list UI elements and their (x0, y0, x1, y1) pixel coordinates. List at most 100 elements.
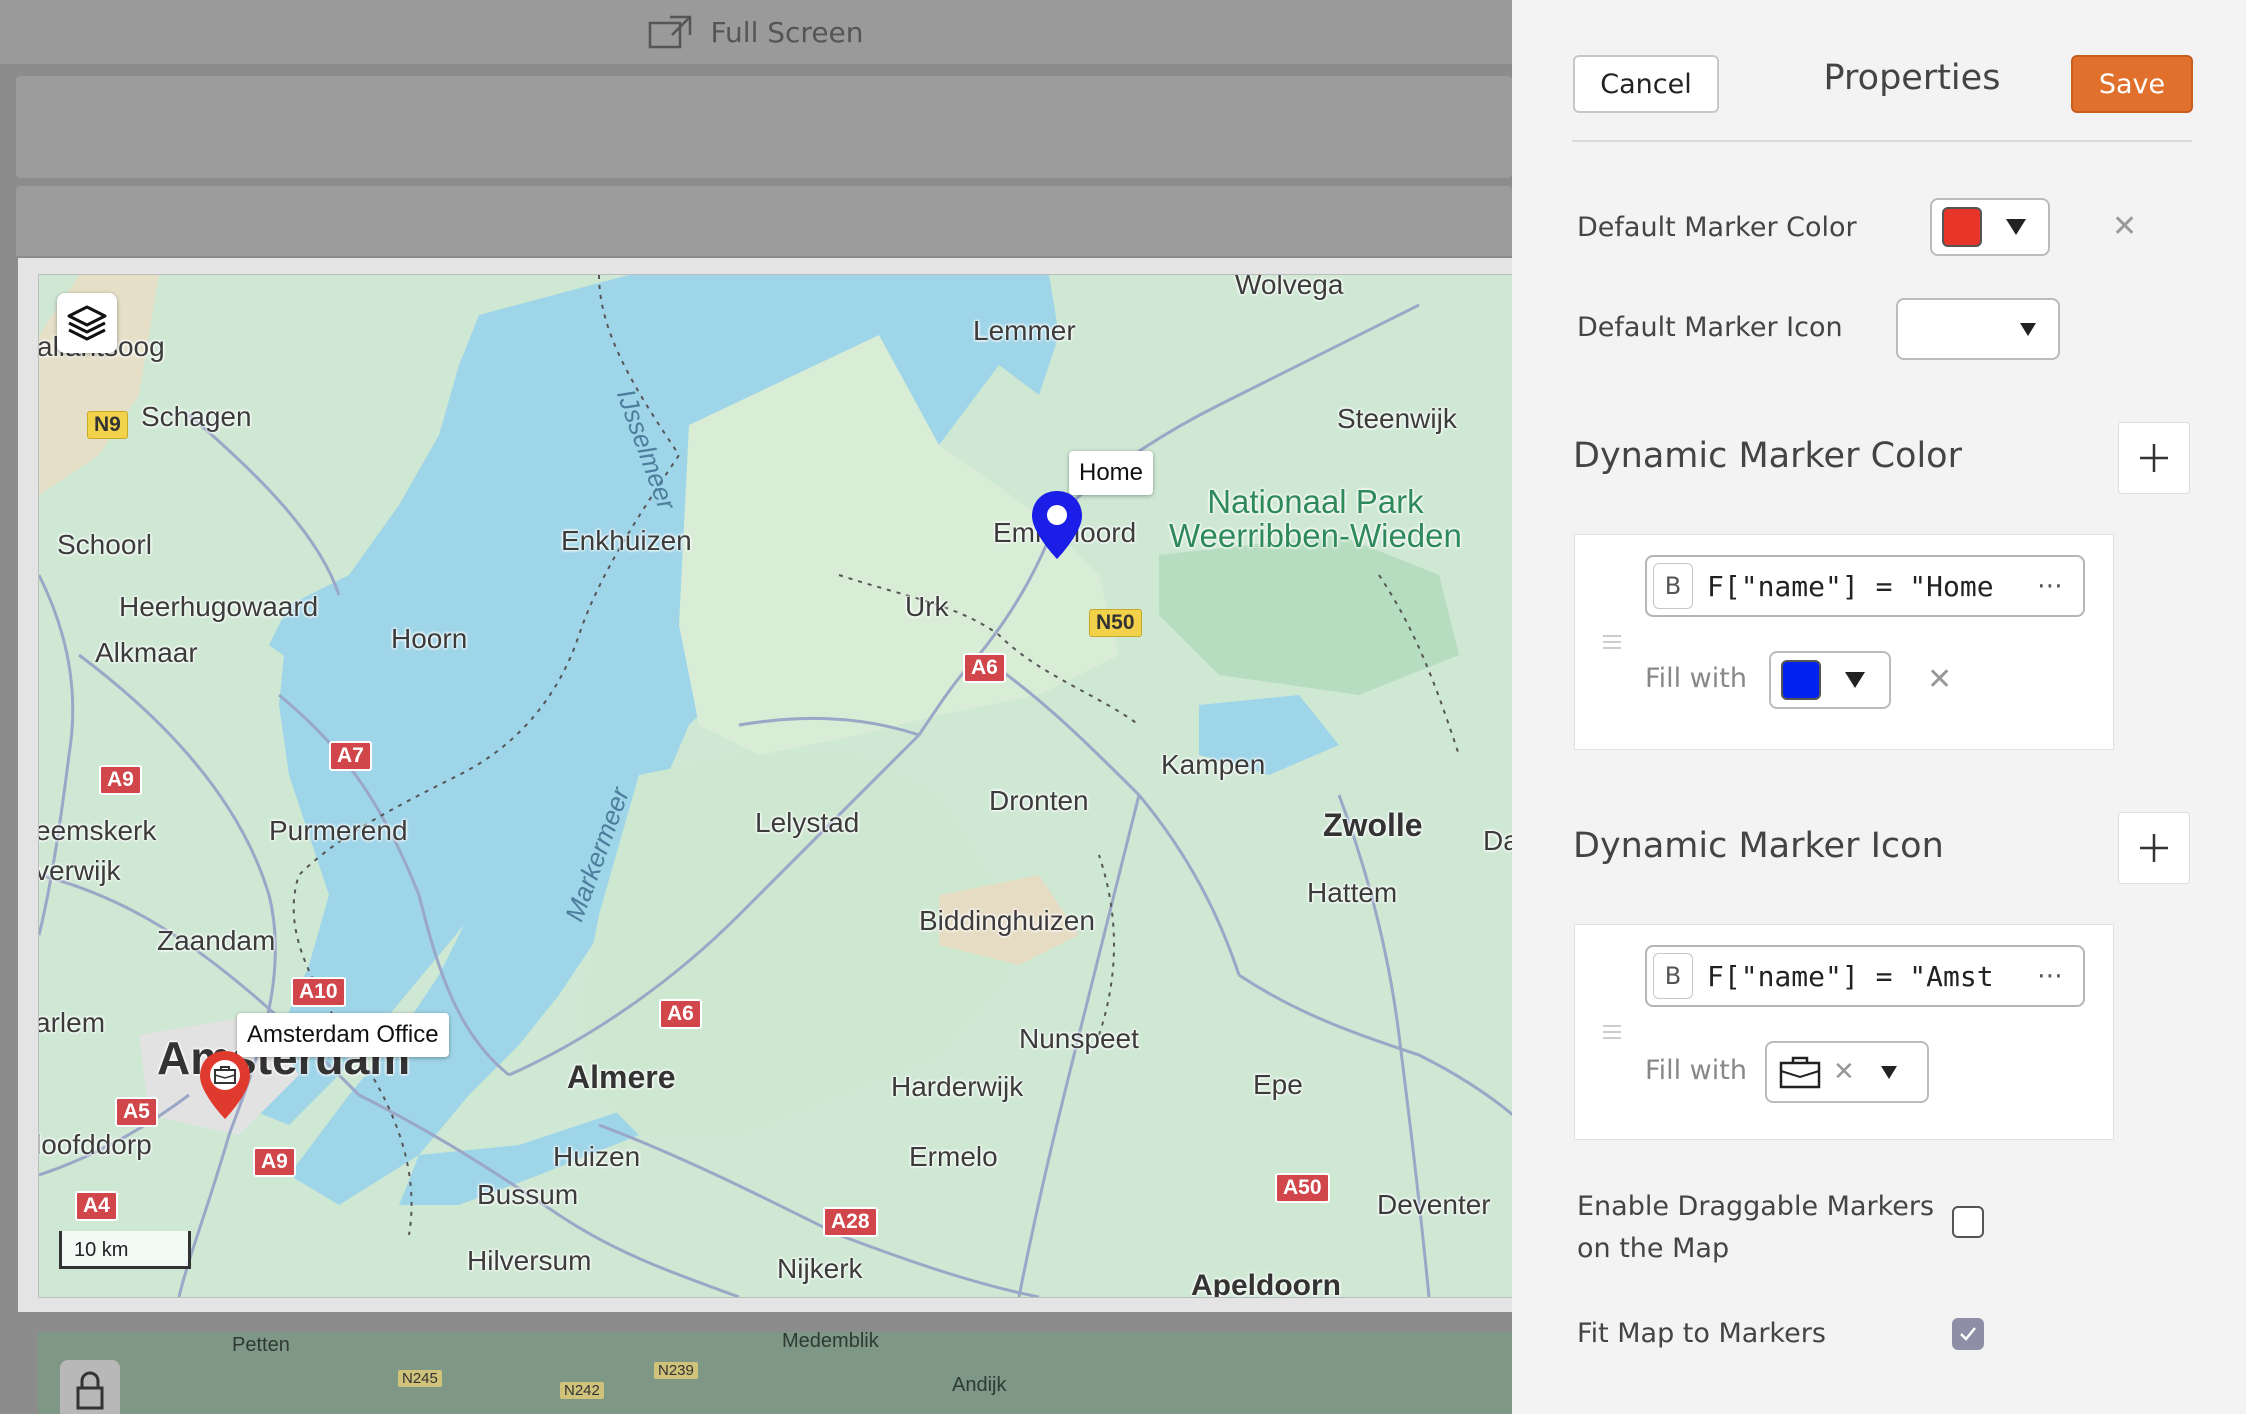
road-shield: A10 (291, 977, 346, 1007)
icon-rule-expression-field[interactable]: B F["name"] = "Amst ⋯ (1645, 945, 2085, 1007)
place-label: Zaandam (157, 925, 276, 956)
place-label: Lemmer (973, 315, 1076, 346)
full-screen-button[interactable]: Full Screen (648, 15, 864, 49)
fit-map-checkbox[interactable] (1952, 1318, 1984, 1350)
road-shield: A9 (253, 1147, 296, 1177)
save-button[interactable]: Save (2071, 55, 2193, 113)
draggable-label-line1: Enable Draggable Markers (1577, 1191, 1935, 1222)
minimap-place-label: Medemblik (782, 1332, 879, 1352)
add-icon-rule-button[interactable] (2118, 812, 2190, 884)
office-marker[interactable] (197, 1049, 253, 1121)
draggable-label-line2: on the Map (1577, 1233, 1730, 1264)
rule-fill-color-picker[interactable] (1769, 651, 1891, 709)
minimap-road-shield: N239 (654, 1362, 698, 1379)
chevron-down-icon (2020, 322, 2036, 336)
minimap-road-shield: N245 (398, 1370, 442, 1387)
place-label: Biddinghuizen (919, 905, 1095, 936)
clear-icon-close-icon[interactable]: ✕ (1833, 1057, 1855, 1087)
plus-icon (2140, 834, 2168, 862)
place-label: Apeldoorn (1191, 1269, 1341, 1298)
lock-button[interactable] (60, 1360, 120, 1414)
park-label-line1: Nationaal Park (1207, 483, 1424, 520)
place-label: Deventer (1377, 1189, 1491, 1220)
road-shield: A6 (659, 999, 702, 1029)
rule-mode-badge[interactable]: B (1653, 953, 1693, 999)
placeholder-block (16, 186, 1512, 256)
color-swatch (1781, 660, 1821, 700)
place-label: Dronten (989, 785, 1089, 816)
draggable-markers-label: Enable Draggable Markers on the Map (1577, 1186, 1934, 1270)
place-label: Hilversum (467, 1245, 592, 1276)
ellipsis-icon[interactable]: ⋯ (2037, 961, 2065, 991)
fit-map-label: Fit Map to Markers (1577, 1318, 1826, 1349)
place-label: Hoorn (391, 623, 468, 654)
place-label: Huizen (553, 1141, 641, 1172)
clear-default-color-close-icon[interactable]: ✕ (2112, 212, 2137, 242)
place-label: Wolvega (1235, 274, 1344, 300)
map-view[interactable]: Wolvega Lemmer Steenwijk allantsoog Scha… (38, 274, 1512, 1298)
circle-icon (1047, 505, 1067, 525)
road-shield: A4 (75, 1191, 118, 1221)
add-color-rule-button[interactable] (2118, 422, 2190, 494)
default-marker-icon-select[interactable] (1896, 298, 2060, 360)
rule-mode-badge[interactable]: B (1653, 563, 1693, 609)
place-label: Alkmaar (95, 637, 198, 668)
full-screen-label: Full Screen (710, 15, 864, 49)
road-shield: N50 (1089, 609, 1142, 637)
place-label: Schoorl (57, 529, 152, 560)
map-base (39, 275, 1512, 1297)
place-label: Enkhuizen (561, 525, 692, 556)
place-label: Ermelo (909, 1141, 998, 1172)
road-shield: A28 (823, 1207, 878, 1237)
color-rule-card: B F["name"] = "Home ⋯ Fill with ✕ (1574, 534, 2114, 750)
lock-icon (76, 1371, 104, 1410)
place-label: Urk (905, 591, 949, 622)
chevron-down-icon (1880, 1065, 1897, 1079)
remove-color-rule-close-icon[interactable]: ✕ (1927, 665, 1952, 695)
rule-expression-text: F["name"] = "Home (1707, 569, 1994, 603)
chevron-down-icon (1845, 672, 1865, 688)
drag-handle-icon[interactable] (1603, 635, 1621, 649)
ellipsis-icon[interactable]: ⋯ (2037, 571, 2065, 601)
rule-fill-icon-select[interactable]: ✕ (1765, 1041, 1929, 1103)
draggable-markers-checkbox[interactable] (1952, 1206, 1984, 1238)
minimap-road-shield: N242 (560, 1382, 604, 1399)
layers-button[interactable] (57, 293, 117, 353)
default-marker-color-picker[interactable] (1930, 198, 2050, 256)
open-external-icon (649, 15, 692, 49)
panel-title: Properties (1823, 58, 2001, 98)
fill-with-label: Fill with (1645, 663, 1747, 694)
dynamic-marker-icon-heading: Dynamic Marker Icon (1573, 826, 1944, 866)
place-label: Epe (1253, 1069, 1303, 1100)
minimap-place-label: Andijk (952, 1374, 1007, 1396)
place-label: Nunspeet (1019, 1023, 1139, 1054)
dynamic-marker-color-heading: Dynamic Marker Color (1573, 436, 1962, 476)
place-label: Harderwijk (891, 1071, 1024, 1102)
road-shield: N9 (87, 411, 128, 439)
default-marker-color-label: Default Marker Color (1577, 212, 1857, 243)
park-label-line2: Weerribben-Wieden (1169, 517, 1462, 554)
fill-with-label: Fill with (1645, 1055, 1747, 1086)
cancel-button[interactable]: Cancel (1573, 55, 1719, 113)
drag-handle-icon[interactable] (1603, 1025, 1621, 1039)
color-swatch (1942, 207, 1982, 247)
place-label: Heerhugowaard (119, 591, 319, 622)
place-label: Lelystad (755, 807, 860, 838)
rule-expression-text: F["name"] = "Amst (1707, 959, 1994, 993)
park-label: Nationaal Park Weerribben-Wieden (1169, 485, 1462, 553)
road-shield: A5 (115, 1097, 158, 1127)
road-shield: A6 (963, 653, 1006, 683)
place-label: Nijkerk (777, 1253, 863, 1284)
plus-icon (2140, 444, 2168, 472)
place-label: loofddorp (38, 1129, 152, 1160)
place-label: Zwolle (1323, 807, 1423, 843)
color-rule-expression-field[interactable]: B F["name"] = "Home ⋯ (1645, 555, 2085, 617)
home-marker[interactable] (1029, 489, 1085, 561)
minimap-place-label: Petten (232, 1334, 290, 1356)
place-label: Steenwijk (1337, 403, 1457, 434)
icon-rule-card: B F["name"] = "Amst ⋯ Fill with ✕ (1574, 924, 2114, 1140)
default-marker-icon-label: Default Marker Icon (1577, 312, 1843, 343)
layers-icon (67, 305, 107, 341)
place-label: Bussum (477, 1179, 579, 1210)
office-marker-tooltip: Amsterdam Office (237, 1013, 449, 1057)
